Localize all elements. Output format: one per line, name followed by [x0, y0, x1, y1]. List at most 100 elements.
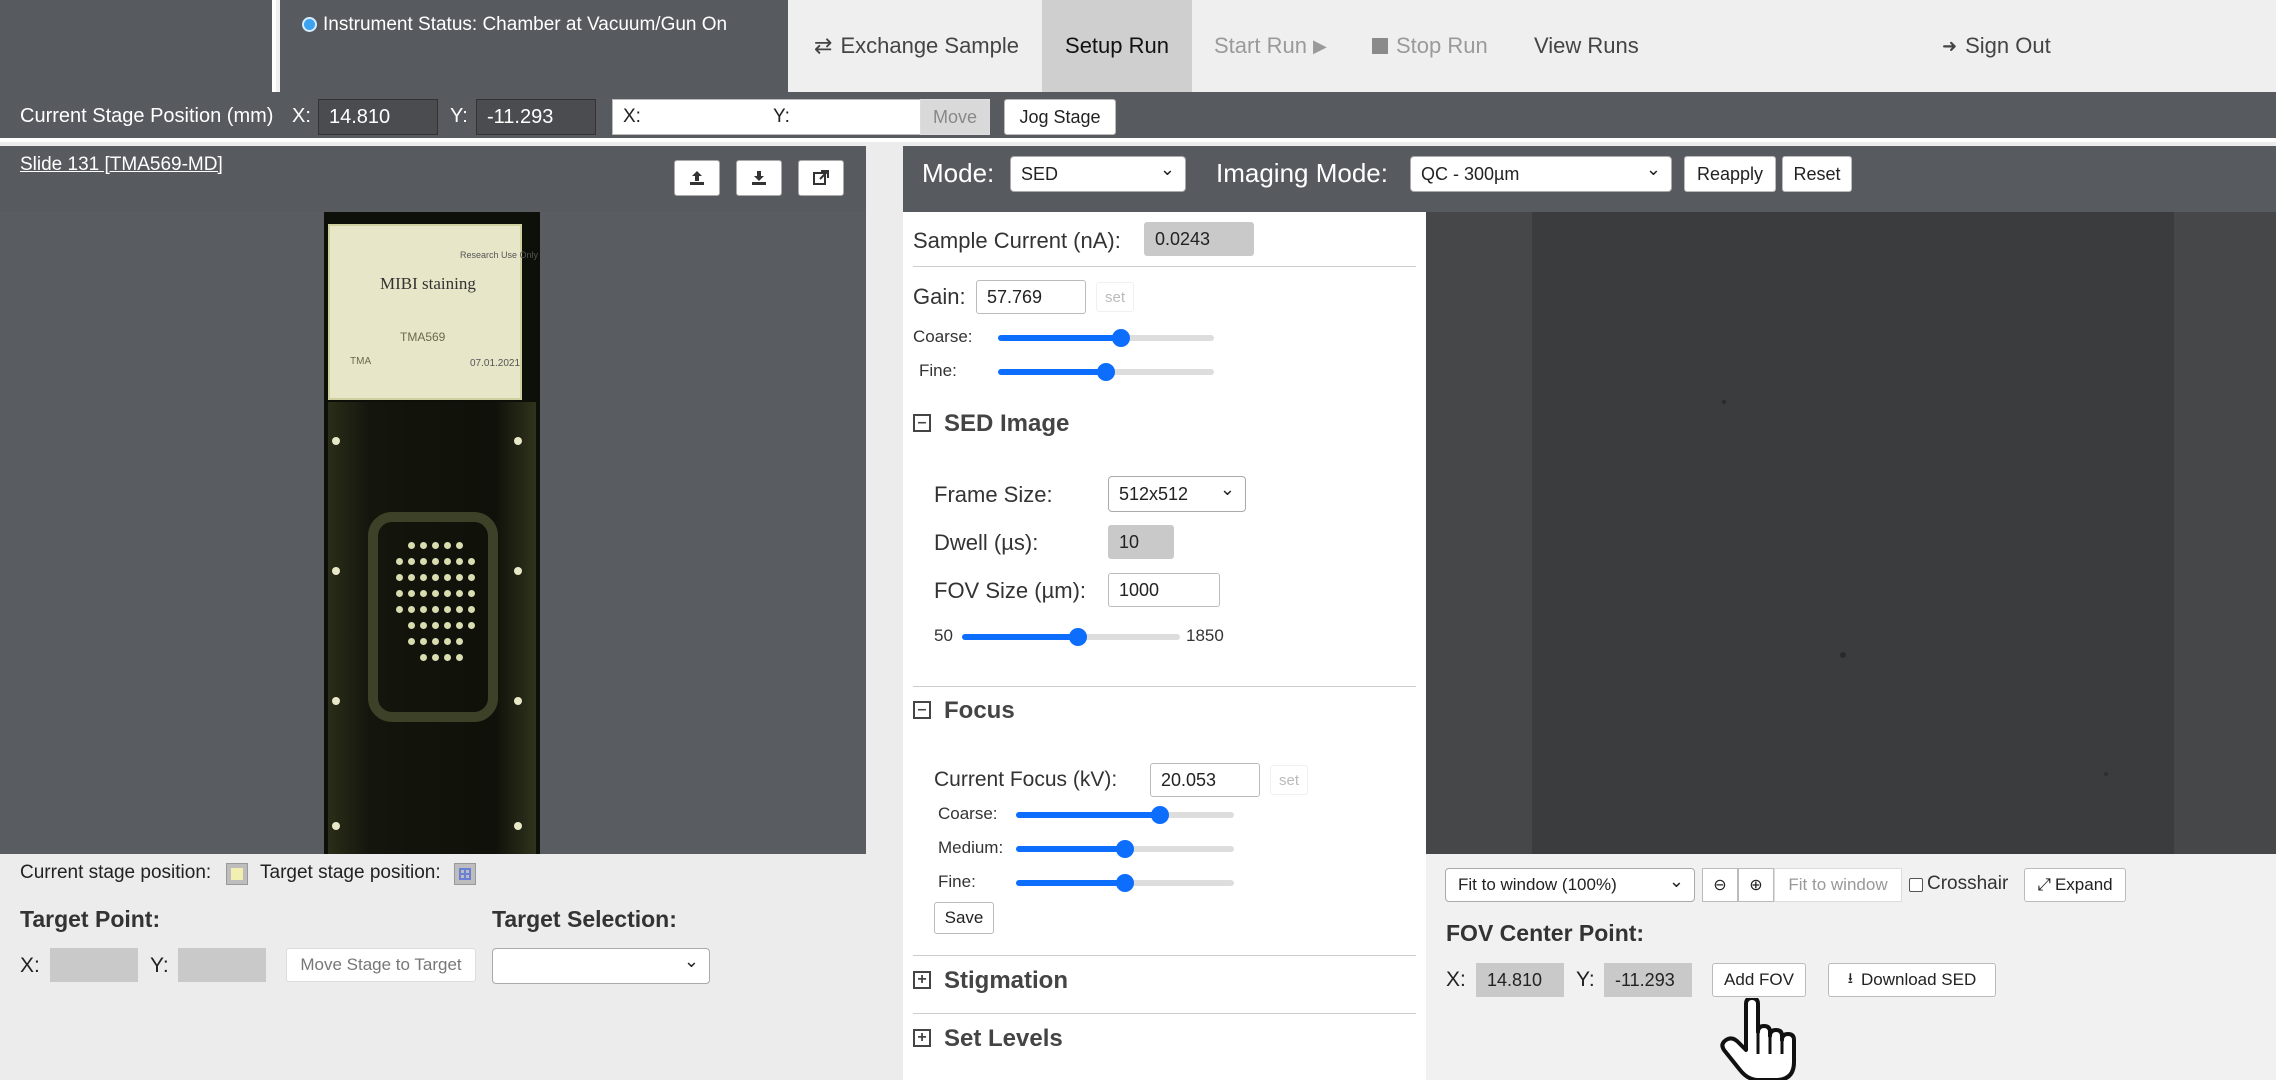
tissue-core [420, 638, 427, 645]
tissue-core [444, 558, 451, 565]
divider [913, 266, 1416, 267]
focus-medium-slider[interactable] [1016, 840, 1234, 858]
add-fov-button[interactable]: Add FOV [1712, 963, 1806, 997]
zoom-in-button[interactable]: ⊕ [1738, 868, 1774, 902]
set-levels-heading[interactable]: Set Levels [944, 1025, 1063, 1053]
expand-plus-icon[interactable]: + [913, 971, 931, 989]
current-stage-legend-label: Current stage position: [20, 862, 212, 883]
collapse-minus-icon[interactable]: – [913, 414, 931, 432]
tissue-core [408, 574, 415, 581]
upload-button[interactable] [674, 160, 720, 196]
logo-area [0, 0, 276, 92]
reapply-button[interactable]: Reapply [1684, 156, 1776, 192]
gain-fine-label: Fine: [919, 361, 957, 380]
slider-thumb[interactable] [1069, 628, 1087, 646]
fov-size-input[interactable]: 1000 [1108, 573, 1220, 607]
tissue-core [420, 590, 427, 597]
target-point-heading: Target Point: [20, 906, 161, 932]
imaging-mode-select[interactable]: QC - 300µm [1410, 156, 1672, 192]
slider-thumb[interactable] [1116, 874, 1134, 892]
focus-coarse-slider[interactable] [1016, 806, 1234, 824]
slide-label-line: TMA [350, 356, 372, 367]
tissue-core [420, 574, 427, 581]
slider-thumb[interactable] [1151, 806, 1169, 824]
target-x-input[interactable] [50, 948, 138, 982]
upload-icon [690, 171, 704, 185]
target-y-input[interactable] [178, 948, 266, 982]
tissue-core [408, 542, 415, 549]
target-xy-input[interactable]: X: Y: [612, 99, 922, 135]
focus-heading[interactable]: Focus [944, 697, 1015, 725]
frame-size-label: Frame Size: [934, 482, 1053, 507]
tissue-core [432, 590, 439, 597]
tissue-core [456, 558, 463, 565]
jog-stage-button[interactable]: Jog Stage [1004, 99, 1116, 135]
tissue-core [432, 574, 439, 581]
view-runs-label: View Runs [1534, 33, 1639, 58]
slider-thumb[interactable] [1112, 329, 1130, 347]
fov-size-label: FOV Size (µm): [934, 578, 1087, 603]
zoom-select[interactable]: Fit to window (100%) [1445, 868, 1695, 902]
download-icon [752, 171, 766, 185]
zoom-out-icon: ⊖ [1713, 877, 1727, 894]
fov-x-label: X: [1446, 968, 1466, 991]
tissue-core [420, 558, 427, 565]
tissue-core [444, 542, 451, 549]
current-stage-marker-icon [226, 863, 248, 885]
crosshair-label: Crosshair [1927, 873, 2009, 894]
reset-button[interactable]: Reset [1782, 156, 1852, 192]
gain-set-button[interactable]: set [1096, 282, 1134, 312]
save-focus-button[interactable]: Save [934, 902, 994, 934]
frame-size-select[interactable]: 512x512 [1108, 476, 1246, 512]
expand-label: Expand [2054, 875, 2113, 894]
slider-thumb[interactable] [1097, 363, 1115, 381]
gain-coarse-slider[interactable] [998, 329, 1214, 347]
move-stage-to-target-button[interactable]: Move Stage to Target [286, 948, 476, 982]
current-focus-input[interactable]: 20.053 [1150, 763, 1260, 797]
zoom-out-button[interactable]: ⊖ [1702, 868, 1738, 902]
sed-image-heading[interactable]: SED Image [944, 410, 1069, 438]
open-external-button[interactable] [798, 160, 844, 196]
setup-run-button[interactable]: Setup Run [1042, 0, 1192, 92]
view-runs-button[interactable]: View Runs [1512, 0, 1661, 92]
start-run-button[interactable]: Start Run ▶ [1192, 0, 1349, 92]
fov-size-slider[interactable] [962, 628, 1180, 646]
download-sed-button[interactable]: ⭳ Download SED [1828, 963, 1996, 997]
gain-fine-slider[interactable] [998, 363, 1214, 381]
gain-input[interactable]: 57.769 [976, 280, 1086, 314]
target-selection-heading: Target Selection: [492, 906, 677, 932]
focus-fine-slider[interactable] [1016, 874, 1234, 892]
mode-select[interactable]: SED [1010, 156, 1186, 192]
tissue-core [396, 558, 403, 565]
slider-thumb[interactable] [1116, 840, 1134, 858]
stop-run-button[interactable]: Stop Run [1350, 0, 1510, 92]
expand-plus-icon[interactable]: + [913, 1029, 931, 1047]
sed-image[interactable] [1532, 212, 2174, 854]
gain-coarse-label: Coarse: [913, 327, 973, 346]
setup-run-label: Setup Run [1065, 33, 1169, 58]
sample-current-value: 0.0243 [1144, 222, 1254, 256]
slide-title-link[interactable]: Slide 131 [TMA569-MD] [20, 154, 223, 176]
focus-set-button[interactable]: set [1270, 765, 1308, 795]
tissue-core-grid [384, 542, 484, 682]
download-button[interactable] [736, 160, 782, 196]
stigmation-heading[interactable]: Stigmation [944, 967, 1068, 995]
crosshair-checkbox[interactable] [1909, 878, 1923, 892]
target-x-label: X: [20, 954, 40, 977]
move-button[interactable]: Move [920, 99, 990, 135]
expand-button[interactable]: ⤢ Expand [2024, 868, 2126, 902]
fit-to-window-button[interactable]: Fit to window [1774, 868, 1902, 902]
target-selection-dropdown[interactable] [492, 948, 710, 984]
fov-y-value: -11.293 [1604, 963, 1692, 997]
tissue-core [444, 606, 451, 613]
sign-out-icon: ➜ [1942, 35, 1958, 56]
tissue-core [444, 638, 451, 645]
exchange-sample-button[interactable]: ⇄ Exchange Sample [792, 0, 1041, 92]
fov-max-label: 1850 [1186, 626, 1224, 645]
instrument-status-text: Instrument Status: Chamber at Vacuum/Gun… [323, 14, 728, 35]
collapse-minus-icon[interactable]: – [913, 701, 931, 719]
slide-image[interactable]: Research Use Only MIBI staining TMA569 T… [324, 212, 540, 854]
stage-x-value: 14.810 [318, 99, 438, 135]
sign-out-button[interactable]: ➜ Sign Out [1920, 0, 2073, 92]
focus-coarse-label: Coarse: [938, 804, 998, 823]
